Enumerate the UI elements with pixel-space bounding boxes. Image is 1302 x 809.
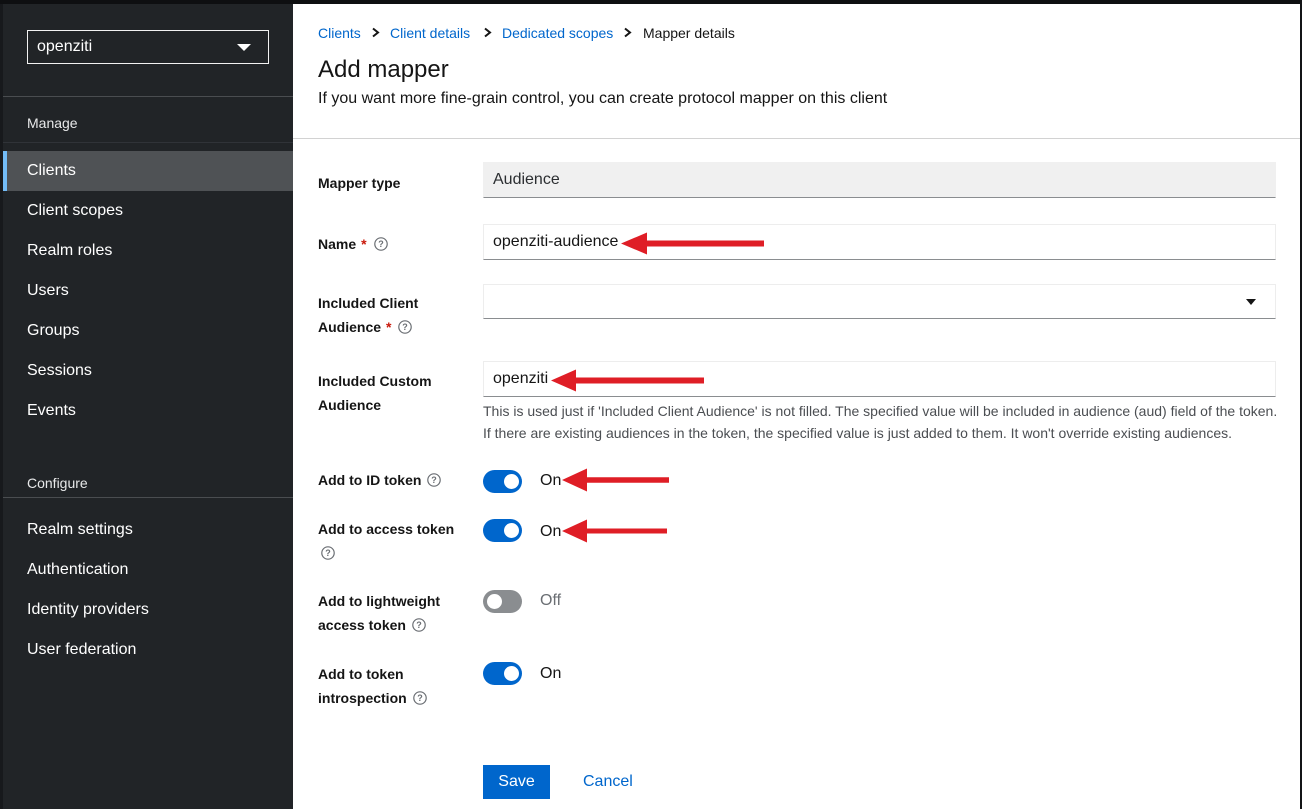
svg-text:?: ?	[432, 475, 438, 485]
svg-text:?: ?	[403, 322, 409, 332]
svg-text:?: ?	[417, 693, 423, 703]
svg-text:?: ?	[416, 620, 422, 630]
svg-text:?: ?	[325, 548, 331, 558]
svg-text:?: ?	[378, 239, 384, 249]
